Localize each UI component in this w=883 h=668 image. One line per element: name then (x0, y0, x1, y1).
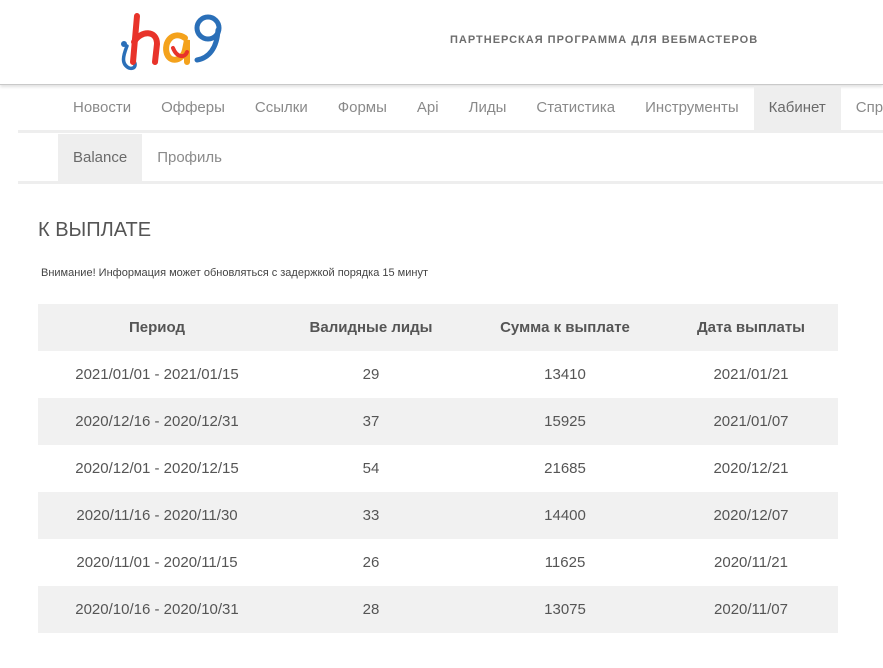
cell-valid-leads: 29 (276, 351, 466, 398)
column-header-payout-amount: Сумма к выплате (466, 304, 664, 351)
cell-period: 2020/11/01 - 2020/11/15 (38, 539, 276, 586)
cell-payout-date: 2020/11/21 (664, 539, 838, 586)
page-title: К ВЫПЛАТЕ (38, 219, 152, 241)
cell-period: 2020/12/01 - 2020/12/15 (38, 445, 276, 492)
nav-item-offers[interactable]: Офферы (146, 86, 240, 130)
cell-payout-date: 2020/12/07 (664, 492, 838, 539)
ha9-logo[interactable] (113, 4, 233, 74)
nav-item-leads[interactable]: Лиды (454, 86, 522, 130)
cell-period: 2020/12/16 - 2020/12/31 (38, 398, 276, 445)
cell-payout-date: 2021/01/07 (664, 398, 838, 445)
nav-item-forms[interactable]: Формы (323, 86, 402, 130)
nav-item-statistics[interactable]: Статистика (521, 86, 630, 130)
cell-valid-leads: 54 (276, 445, 466, 492)
cell-payout-amount: 13075 (466, 586, 664, 633)
cell-payout-amount: 15925 (466, 398, 664, 445)
cell-payout-amount: 11625 (466, 539, 664, 586)
cell-payout-amount: 21685 (466, 445, 664, 492)
cell-payout-amount: 14400 (466, 492, 664, 539)
cell-payout-amount: 13410 (466, 351, 664, 398)
table-row: 2020/10/16 - 2020/10/31 28 13075 2020/11… (38, 586, 838, 633)
subnav-item-balance[interactable]: Balance (58, 134, 143, 181)
sub-nav: Balance Профиль (18, 134, 883, 184)
cell-valid-leads: 37 (276, 398, 466, 445)
nav-item-links[interactable]: Ссылки (240, 86, 323, 130)
nav-item-api[interactable]: Api (402, 86, 454, 130)
table-row: 2020/11/01 - 2020/11/15 26 11625 2020/11… (38, 539, 838, 586)
cell-valid-leads: 28 (276, 586, 466, 633)
nav-item-cabinet[interactable]: Кабинет (753, 86, 841, 130)
cell-period: 2021/01/01 - 2021/01/15 (38, 351, 276, 398)
site-tagline: ПАРТНЕРСКАЯ ПРОГРАММА ДЛЯ ВЕБМАСТЕРОВ (450, 34, 759, 46)
cell-valid-leads: 26 (276, 539, 466, 586)
cell-period: 2020/11/16 - 2020/11/30 (38, 492, 276, 539)
cell-period: 2020/10/16 - 2020/10/31 (38, 586, 276, 633)
nav-item-tools[interactable]: Инструменты (630, 86, 754, 130)
table-row: 2021/01/01 - 2021/01/15 29 13410 2021/01… (38, 351, 838, 398)
table-row: 2020/12/16 - 2020/12/31 37 15925 2021/01… (38, 398, 838, 445)
update-notice: Внимание! Информация может обновляться с… (41, 267, 428, 279)
table-row: 2020/12/01 - 2020/12/15 54 21685 2020/12… (38, 445, 838, 492)
cell-payout-date: 2020/12/21 (664, 445, 838, 492)
column-header-period: Период (38, 304, 276, 351)
nav-item-news[interactable]: Новости (58, 86, 146, 130)
main-nav: Новости Офферы Ссылки Формы Api Лиды Ста… (18, 86, 883, 133)
subnav-item-profile[interactable]: Профиль (142, 134, 237, 181)
nav-item-help[interactable]: Спр (841, 86, 883, 130)
table-row: 2020/11/16 - 2020/11/30 33 14400 2020/12… (38, 492, 838, 539)
column-header-payout-date: Дата выплаты (664, 304, 838, 351)
cell-payout-date: 2021/01/21 (664, 351, 838, 398)
payouts-table: Период Валидные лиды Сумма к выплате Дат… (38, 304, 838, 633)
column-header-valid-leads: Валидные лиды (276, 304, 466, 351)
cell-valid-leads: 33 (276, 492, 466, 539)
table-header-row: Период Валидные лиды Сумма к выплате Дат… (38, 304, 838, 351)
cell-payout-date: 2020/11/07 (664, 586, 838, 633)
site-header: ПАРТНЕРСКАЯ ПРОГРАММА ДЛЯ ВЕБМАСТЕРОВ (0, 0, 883, 85)
